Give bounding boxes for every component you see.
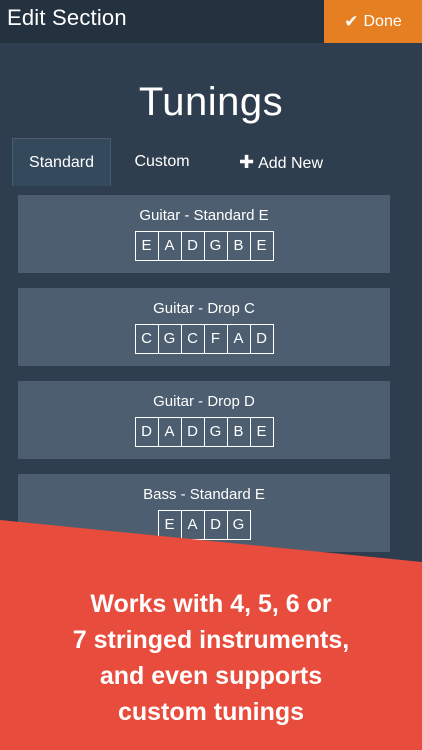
tuning-notes: C G C F A D (18, 324, 390, 354)
tab-custom[interactable]: Custom (130, 138, 194, 186)
tuning-card[interactable]: Guitar - Standard E E A D G B E (18, 195, 390, 273)
plus-icon: ✚ (238, 152, 255, 172)
done-button[interactable]: ✔ Done (324, 0, 422, 43)
note-box: E (249, 417, 274, 447)
note-box: D (249, 324, 274, 354)
note-box: F (203, 324, 228, 354)
note-box: A (157, 417, 182, 447)
tuning-name: Guitar - Drop C (153, 300, 255, 317)
tuning-notes: D A D G B E (18, 417, 390, 447)
note-box: C (134, 324, 159, 354)
tuning-card[interactable]: Guitar - Drop C C G C F A D (18, 288, 390, 366)
note-box: G (157, 324, 182, 354)
note-box: G (203, 417, 228, 447)
note-box: G (203, 231, 228, 261)
tuning-tabs: Standard Custom ✚ Add New (12, 138, 410, 186)
promo-line: 7 stringed instruments, (72, 626, 350, 654)
note-box: D (180, 231, 205, 261)
note-box: A (157, 231, 182, 261)
top-bar: Edit Section ✔ Done (0, 0, 422, 43)
note-box: E (249, 231, 274, 261)
promo-line: custom tunings (117, 698, 305, 726)
note-box: B (226, 417, 251, 447)
note-box: B (226, 231, 251, 261)
tuning-name: Bass - Standard E (143, 486, 265, 503)
done-label: Done (363, 12, 402, 30)
page-title: Tunings (138, 80, 284, 124)
add-new-label: Add New (258, 155, 323, 172)
add-new-button[interactable]: ✚ Add New (226, 138, 336, 186)
header-title: Edit Section (7, 5, 127, 30)
tuning-name: Guitar - Drop D (153, 393, 255, 410)
note-box: D (180, 417, 205, 447)
tuning-card[interactable]: Guitar - Drop D D A D G B E (18, 381, 390, 459)
note-box: E (134, 231, 159, 261)
note-box: D (134, 417, 159, 447)
note-box: C (180, 324, 205, 354)
promo-text: Works with 4, 5, 6 or 7 stringed instrum… (0, 586, 422, 730)
tuning-notes: E A D G B E (18, 231, 390, 261)
promo-line: and even supports (99, 662, 323, 690)
tuning-name: Guitar - Standard E (139, 207, 269, 224)
note-box: A (226, 324, 251, 354)
promo-line: Works with 4, 5, 6 or (90, 590, 332, 618)
check-icon: ✔ (344, 11, 359, 31)
promo-banner: Works with 4, 5, 6 or 7 stringed instrum… (0, 520, 422, 750)
tab-standard[interactable]: Standard (12, 138, 111, 186)
